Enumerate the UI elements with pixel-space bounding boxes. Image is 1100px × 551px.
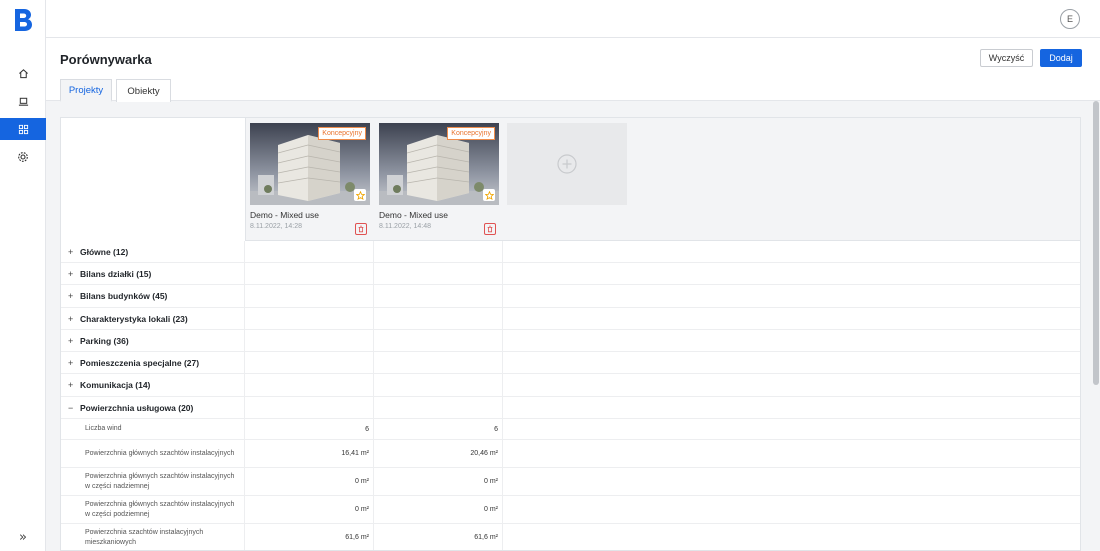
sidebar-item-projects[interactable] [0, 90, 46, 112]
row-label: Powierzchnia głównych szachtów instalacy… [61, 440, 245, 467]
row-value: 6 [245, 419, 374, 439]
table-row: Powierzchnia głównych szachtów instalacy… [61, 496, 1080, 524]
group-label: Pomieszczenia specjalne (27) [80, 357, 200, 368]
row-value: 20,46 m² [374, 440, 503, 467]
expand-icon[interactable]: + [68, 291, 80, 301]
project-date: 8.11.2022, 14:28 [250, 223, 303, 230]
home-icon [18, 68, 28, 78]
row-label: Powierzchnia szachtów instalacyjnych mie… [61, 524, 245, 550]
row-label: Powierzchnia głównych szachtów instalacy… [61, 496, 245, 523]
project-name[interactable]: Demo - Mixed use [379, 210, 499, 220]
expand-icon[interactable]: + [68, 380, 80, 390]
project-name[interactable]: Demo - Mixed use [250, 210, 370, 220]
group-row[interactable]: + Charakterystyka lokali (23) [61, 308, 1080, 330]
sidebar-item-home[interactable] [0, 62, 46, 84]
project-card[interactable]: Koncepcyjny Demo - Mixed use 8.11.2022, … [379, 123, 499, 235]
page-title: Porównywarka [60, 52, 152, 67]
star-icon [484, 190, 494, 200]
row-value: 16,41 m² [245, 440, 374, 467]
comparison-table: Koncepcyjny Demo - Mixed use 8.11.2022, … [60, 117, 1081, 551]
add-button[interactable]: Dodaj [1040, 49, 1082, 67]
row-label: Powierzchnia głównych szachtów instalacy… [61, 468, 245, 495]
table-row: Powierzchnia szachtów instalacyjnych mie… [61, 524, 1080, 550]
avatar[interactable]: E [1060, 9, 1080, 29]
add-project-slot[interactable] [507, 123, 627, 205]
top-bar: E [46, 0, 1100, 38]
group-row[interactable]: + Bilans budynków (45) [61, 285, 1080, 308]
trash-icon [358, 225, 364, 233]
row-value: 61,6 m² [374, 524, 503, 550]
status-badge: Koncepcyjny [318, 127, 366, 140]
favorite-button[interactable] [354, 189, 366, 201]
group-row[interactable]: + Pomieszczenia specjalne (27) [61, 352, 1080, 374]
row-value: 0 m² [245, 468, 374, 495]
page-header: Porównywarka Wyczyść Dodaj Projekty Obie… [46, 38, 1100, 102]
scrollbar-thumb[interactable] [1093, 101, 1099, 385]
group-label: Główne (12) [80, 246, 129, 257]
expand-icon[interactable]: + [68, 269, 80, 279]
row-value: 0 m² [374, 496, 503, 523]
laptop-icon [18, 97, 28, 106]
sidebar-item-compare[interactable] [0, 118, 46, 140]
row-value: 0 m² [374, 468, 503, 495]
group-label: Parking (36) [80, 335, 129, 346]
table-row: Powierzchnia głównych szachtów instalacy… [61, 468, 1080, 496]
gear-icon [18, 152, 28, 162]
delete-button[interactable] [484, 223, 496, 235]
expand-icon[interactable]: + [68, 336, 80, 346]
expand-icon[interactable]: + [68, 247, 80, 257]
group-row[interactable]: + Bilans działki (15) [61, 263, 1080, 285]
plus-circle-icon [557, 154, 577, 174]
row-value: 6 [374, 419, 503, 439]
grid-icon [18, 124, 28, 134]
group-label: Bilans działki (15) [80, 268, 152, 279]
table-row: Liczba wind 6 6 [61, 419, 1080, 440]
group-row[interactable]: + Główne (12) [61, 241, 1080, 263]
group-row[interactable]: − Powierzchnia usługowa (20) [61, 397, 1080, 419]
table-row: Powierzchnia głównych szachtów instalacy… [61, 440, 1080, 468]
group-row[interactable]: + Komunikacja (14) [61, 374, 1080, 397]
app-logo[interactable] [13, 8, 33, 32]
status-badge: Koncepcyjny [447, 127, 495, 140]
tab-projects[interactable]: Projekty [60, 79, 112, 102]
row-value: 0 m² [245, 496, 374, 523]
comparison-rows: + Główne (12) + Bilans działki (15) + Bilan… [61, 241, 1080, 550]
group-label: Bilans budynków (45) [80, 291, 168, 301]
project-cards-header: Koncepcyjny Demo - Mixed use 8.11.2022, … [245, 118, 1080, 241]
expand-icon[interactable]: + [68, 358, 80, 368]
expand-icon[interactable]: + [68, 314, 80, 324]
group-label: Charakterystyka lokali (23) [80, 313, 188, 324]
collapse-sidebar-button[interactable]: » [0, 528, 46, 546]
group-row[interactable]: + Parking (36) [61, 330, 1080, 352]
trash-icon [487, 225, 493, 233]
favorite-button[interactable] [483, 189, 495, 201]
sidebar: » [0, 0, 46, 551]
project-card[interactable]: Koncepcyjny Demo - Mixed use 8.11.2022, … [250, 123, 370, 235]
clear-button[interactable]: Wyczyść [980, 49, 1033, 67]
group-label: Powierzchnia usługowa (20) [80, 402, 194, 413]
project-date: 8.11.2022, 14:48 [379, 223, 432, 230]
group-label: Komunikacja (14) [80, 380, 151, 390]
row-value: 61,6 m² [245, 524, 374, 550]
row-label: Liczba wind [61, 419, 245, 439]
collapse-icon[interactable]: − [68, 403, 80, 413]
scrollbar[interactable] [1092, 101, 1100, 551]
project-thumbnail[interactable]: Koncepcyjny [379, 123, 499, 205]
project-thumbnail[interactable]: Koncepcyjny [250, 123, 370, 205]
tab-objects[interactable]: Obiekty [116, 79, 171, 102]
sidebar-item-settings[interactable] [0, 146, 46, 168]
star-icon [355, 190, 365, 200]
delete-button[interactable] [355, 223, 367, 235]
